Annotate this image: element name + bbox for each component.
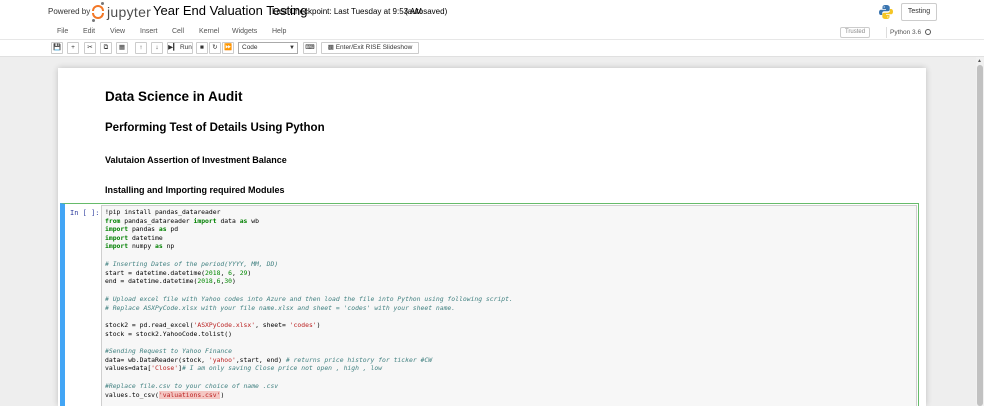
markdown-heading-3: Valutaion Assertion of Investment Balanc…: [105, 155, 287, 165]
scroll-up-arrow-icon[interactable]: ▲: [977, 58, 982, 64]
rise-slideshow-button[interactable]: ▩ Enter/Exit RISE Slideshow: [321, 42, 419, 54]
paste-icon[interactable]: ▦: [116, 42, 128, 54]
autosave-status: (autosaved): [405, 7, 448, 16]
cut-icon[interactable]: ✂: [84, 42, 96, 54]
save-icon[interactable]: 💾: [51, 42, 63, 54]
menu-cell[interactable]: Cell: [172, 28, 184, 35]
restart-icon[interactable]: ↻: [209, 42, 221, 54]
code-line-2: from pandas_datareader import data as wb: [105, 217, 259, 225]
trusted-badge[interactable]: Trusted: [840, 27, 870, 38]
code-line-11: stock2 = pd.read_excel('ASXPyCode.xlsx',…: [105, 321, 321, 329]
powered-by-label: Powered by: [48, 7, 91, 16]
bar-chart-icon: ▩: [327, 44, 334, 51]
code-line-1: !pip install pandas_datareader: [105, 208, 221, 216]
move-up-icon[interactable]: ↑: [135, 42, 147, 54]
code-line-8: end = datetime.datetime(2018,6,30): [105, 277, 236, 285]
menu-file[interactable]: File: [57, 28, 68, 35]
kernel-name-button[interactable]: Testing: [901, 3, 937, 21]
rise-label: Enter/Exit RISE Slideshow: [335, 44, 413, 51]
menu-edit[interactable]: Edit: [83, 28, 95, 35]
notebook-header: Powered by jupyter Year End Valuation Te…: [0, 0, 984, 24]
markdown-heading-1: Data Science in Audit: [105, 89, 243, 104]
copy-icon[interactable]: ⧉: [100, 42, 112, 54]
code-line-4: import datetime: [105, 234, 163, 242]
menubar: File Edit View Insert Cell Kernel Widget…: [0, 24, 984, 40]
kernel-indicator-label: Python 3.6: [890, 29, 922, 36]
menu-insert[interactable]: Insert: [140, 28, 158, 35]
scrollbar-thumb[interactable]: [977, 65, 983, 406]
run-button[interactable]: ▶▎ Run: [167, 42, 193, 54]
code-line-17: values.to_csv('valuations.csv'): [105, 391, 225, 399]
insert-cell-below-button[interactable]: +: [67, 42, 79, 54]
restart-run-all-icon[interactable]: ⏩: [222, 42, 234, 54]
code-line-13: #Sending Request to Yahoo Finance: [105, 347, 232, 355]
vertical-scrollbar[interactable]: ▲: [976, 57, 984, 406]
checkpoint-status: Last Checkpoint: Last Tuesday at 9:53 AM: [272, 7, 422, 16]
code-line-10: # Replace ASXPyCode.xlsx with your file …: [105, 304, 456, 312]
cell-type-value: Code: [242, 44, 258, 51]
code-line-7: start = datetime.datetime(2018, 6, 29): [105, 269, 252, 277]
code-line-14: data= wb.DataReader(stock, 'yahoo',start…: [105, 356, 433, 364]
code-line-9: # Upload excel file with Yahoo codes int…: [105, 295, 513, 303]
menu-view[interactable]: View: [110, 28, 125, 35]
menu-kernel[interactable]: Kernel: [199, 28, 219, 35]
kernel-indicator: Python 3.6: [886, 27, 934, 38]
jupyter-wordmark[interactable]: jupyter: [107, 4, 151, 20]
keyboard-icon[interactable]: ⌨: [303, 42, 317, 54]
markdown-heading-2: Performing Test of Details Using Python: [105, 122, 325, 134]
code-line-16: #Replace file.csv to your choice of name…: [105, 382, 279, 390]
kernel-idle-icon: [925, 29, 932, 35]
menu-help[interactable]: Help: [272, 28, 286, 35]
code-line-15: values=data['Close']# I am only saving C…: [105, 364, 383, 372]
run-icon: ▶▎: [168, 44, 179, 51]
python-logo-icon: [879, 5, 893, 19]
interrupt-icon[interactable]: ■: [196, 42, 208, 54]
chevron-down-icon: ▼: [289, 45, 295, 51]
toolbar: 💾 + ✂ ⧉ ▦ ↑ ↓ ▶▎ Run ■ ↻ ⏩ Code ▼ ⌨ ▩ Ent…: [0, 40, 984, 57]
code-line-5: import numpy as np: [105, 242, 175, 250]
move-down-icon[interactable]: ↓: [151, 42, 163, 54]
run-label: Run: [179, 44, 192, 51]
jupyter-logo-icon[interactable]: [92, 2, 104, 22]
code-line-3: import pandas as pd: [105, 225, 179, 233]
code-line-6: # Inserting Dates of the period(YYYY, MM…: [105, 260, 279, 268]
cell-prompt: In [ ]:: [70, 209, 100, 217]
code-line-12: stock = stock2.YahooCode.tolist(): [105, 330, 232, 338]
menu-widgets[interactable]: Widgets: [232, 28, 257, 35]
markdown-heading-3b: Installing and Importing required Module…: [105, 185, 285, 195]
cell-type-select[interactable]: Code ▼: [238, 42, 298, 54]
